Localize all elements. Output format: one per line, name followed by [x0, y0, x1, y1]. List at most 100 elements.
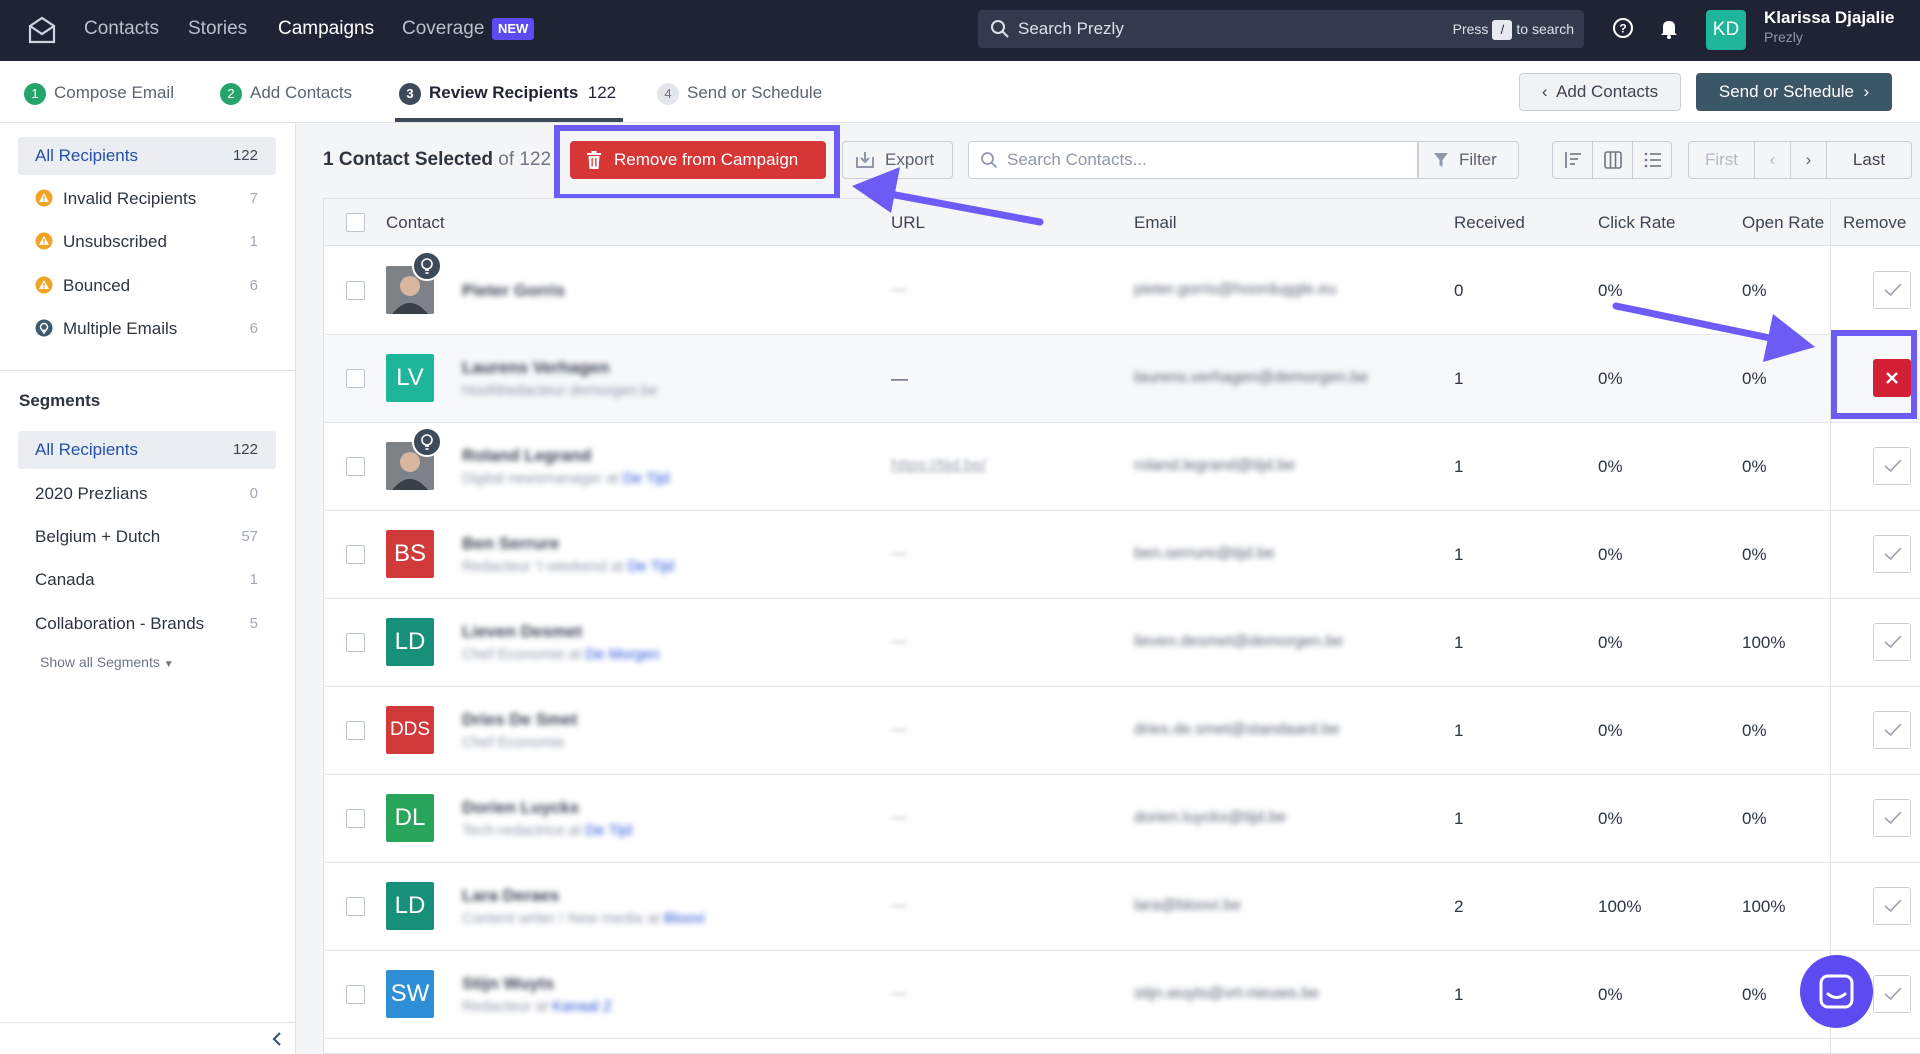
send-or-schedule-button[interactable]: Send or Schedule ›: [1696, 73, 1892, 111]
company-link[interactable]: De Tijd: [623, 470, 670, 487]
click-rate: 0%: [1598, 545, 1623, 564]
contact-name[interactable]: Stijn Wuyts: [462, 974, 554, 994]
segment-2020-prezlians[interactable]: 2020 Prezlians 0: [18, 475, 276, 513]
sort-view-button[interactable]: [1553, 142, 1593, 178]
user-name[interactable]: Klarissa Djajalie: [1764, 8, 1894, 28]
col-open-rate[interactable]: Open Rate: [1742, 213, 1824, 233]
table-row[interactable]: BS Ben Serrure Redacteur 't weekend at De …: [324, 511, 1920, 599]
contact-url-link[interactable]: https://tijd.be/: [891, 457, 986, 475]
table-row[interactable]: Pieter Gorris — pieter.gorris@hoorduggle.e…: [324, 247, 1920, 335]
export-button[interactable]: Export: [842, 141, 953, 179]
filter-bounced[interactable]: Bounced 6: [18, 267, 276, 305]
global-search[interactable]: Search Prezly Press / to search: [978, 10, 1584, 48]
filter-all-recipients[interactable]: All Recipients 122: [18, 137, 276, 175]
step-number: 3: [399, 82, 421, 105]
row-checkbox[interactable]: [346, 545, 365, 564]
remove-toggle[interactable]: [1873, 799, 1911, 837]
row-checkbox[interactable]: [346, 369, 365, 388]
contact-name[interactable]: Ben Serrure: [462, 534, 559, 554]
contact-name[interactable]: Laurens Verhagen: [462, 358, 609, 378]
segment-all-recipients[interactable]: All Recipients 122: [18, 431, 276, 469]
last-page-button[interactable]: Last: [1827, 142, 1911, 178]
contact-email: dorien.luyckx@tijd.be: [1134, 809, 1287, 826]
remove-toggle[interactable]: [1873, 447, 1911, 485]
remove-toggle[interactable]: [1873, 887, 1911, 925]
step-add-contacts[interactable]: 2 Add Contacts: [220, 80, 352, 106]
contact-search-input[interactable]: [1007, 148, 1407, 172]
contact-name[interactable]: Dorien Luyckx: [462, 798, 579, 818]
lightbulb-icon[interactable]: [412, 427, 442, 457]
table-row[interactable]: LV Laurens Verhagen Hoofdredacteur demorge…: [324, 335, 1920, 423]
row-checkbox[interactable]: [346, 281, 365, 300]
next-page-button[interactable]: ›: [1791, 142, 1827, 178]
table-row[interactable]: Roland Legrand Digital newsmanager at De …: [324, 423, 1920, 511]
table-row[interactable]: DL Dorien Luyckx Tech-redactrice at De Tij…: [324, 775, 1920, 863]
contact-name[interactable]: Dries De Smet: [462, 710, 577, 730]
contact-name[interactable]: Lara Deraes: [462, 886, 559, 906]
contact-name[interactable]: Pieter Gorris: [462, 281, 565, 301]
row-checkbox[interactable]: [346, 633, 365, 652]
contact-name[interactable]: Roland Legrand: [462, 446, 591, 466]
segment-belgium-dutch[interactable]: Belgium + Dutch 57: [18, 518, 276, 556]
open-rate: 0%: [1742, 369, 1767, 388]
row-checkbox[interactable]: [346, 897, 365, 916]
segment-collaboration-brands[interactable]: Collaboration - Brands 5: [18, 605, 276, 643]
row-checkbox[interactable]: [346, 457, 365, 476]
step-send-or-schedule[interactable]: 4 Send or Schedule: [657, 80, 822, 106]
table-row[interactable]: SW Stijn Wuyts Redacteur at Kanaal Z — stijn…: [324, 951, 1920, 1039]
top-navbar: Contacts Stories Campaigns Coverage NEW …: [0, 0, 1920, 61]
col-url[interactable]: URL: [891, 213, 925, 233]
filter-unsubscribed[interactable]: Unsubscribed 1: [18, 223, 276, 261]
segment-canada[interactable]: Canada 1: [18, 561, 276, 599]
recipients-sidebar: All Recipients 122 Invalid Recipients 7 Un…: [0, 123, 296, 1054]
table-row[interactable]: DDS Dries De Smet Chef Economie — dries.de.…: [324, 687, 1920, 775]
remove-toggle[interactable]: [1873, 271, 1911, 309]
open-rate: 100%: [1742, 897, 1786, 916]
show-all-segments-link[interactable]: Show all Segments ▼: [40, 654, 174, 670]
prev-page-button[interactable]: ‹: [1755, 142, 1791, 178]
company-link[interactable]: De Tijd: [627, 558, 674, 575]
help-icon[interactable]: ?: [1612, 17, 1634, 39]
step-number: 1: [24, 82, 46, 105]
company-link[interactable]: Bloovi: [664, 910, 705, 927]
nav-coverage[interactable]: Coverage: [402, 18, 484, 40]
active-step-underline: [395, 118, 623, 122]
remove-toggle[interactable]: [1873, 711, 1911, 749]
company-link[interactable]: De Morgen: [585, 646, 659, 663]
col-email[interactable]: Email: [1134, 213, 1177, 233]
table-row[interactable]: LD Lara Deraes Content writer / New media …: [324, 863, 1920, 951]
table-row[interactable]: LD Lieven Desmet Chef Economie at De Morge…: [324, 599, 1920, 687]
company-link[interactable]: Kanaal Z: [552, 998, 612, 1015]
remove-toggle[interactable]: [1873, 623, 1911, 661]
filter-invalid-recipients[interactable]: Invalid Recipients 7: [18, 180, 276, 218]
first-page-button[interactable]: First: [1689, 142, 1755, 178]
list-view-button[interactable]: [1633, 142, 1673, 178]
col-contact[interactable]: Contact: [386, 213, 445, 233]
col-received[interactable]: Received: [1454, 213, 1525, 233]
user-avatar[interactable]: KD: [1706, 10, 1746, 50]
remove-toggle[interactable]: [1873, 535, 1911, 573]
step-review-recipients[interactable]: 3 Review Recipients 122: [399, 80, 616, 106]
row-checkbox[interactable]: [346, 985, 365, 1004]
lightbulb-icon[interactable]: [412, 251, 442, 281]
step-compose-email[interactable]: 1 Compose Email: [24, 80, 174, 106]
bell-icon[interactable]: [1658, 17, 1680, 39]
contact-name[interactable]: Lieven Desmet: [462, 622, 582, 642]
nav-campaigns[interactable]: Campaigns: [278, 18, 374, 40]
nav-stories[interactable]: Stories: [188, 18, 247, 40]
company-link[interactable]: De Tijd: [585, 822, 632, 839]
nav-contacts[interactable]: Contacts: [84, 18, 159, 40]
back-add-contacts-button[interactable]: ‹ Add Contacts: [1519, 73, 1681, 111]
filter-button[interactable]: Filter: [1418, 141, 1519, 179]
row-checkbox[interactable]: [346, 721, 365, 740]
columns-icon: [1604, 151, 1622, 169]
chat-launcher-button[interactable]: [1800, 955, 1873, 1028]
columns-view-button[interactable]: [1593, 142, 1633, 178]
row-checkbox[interactable]: [346, 809, 365, 828]
prezly-logo-icon[interactable]: [26, 14, 58, 46]
filter-multiple-emails[interactable]: Multiple Emails 6: [18, 310, 276, 348]
select-all-checkbox[interactable]: [346, 213, 365, 232]
col-click-rate[interactable]: Click Rate: [1598, 213, 1675, 233]
collapse-sidebar-icon[interactable]: [268, 1030, 286, 1048]
remove-toggle[interactable]: [1873, 975, 1911, 1013]
